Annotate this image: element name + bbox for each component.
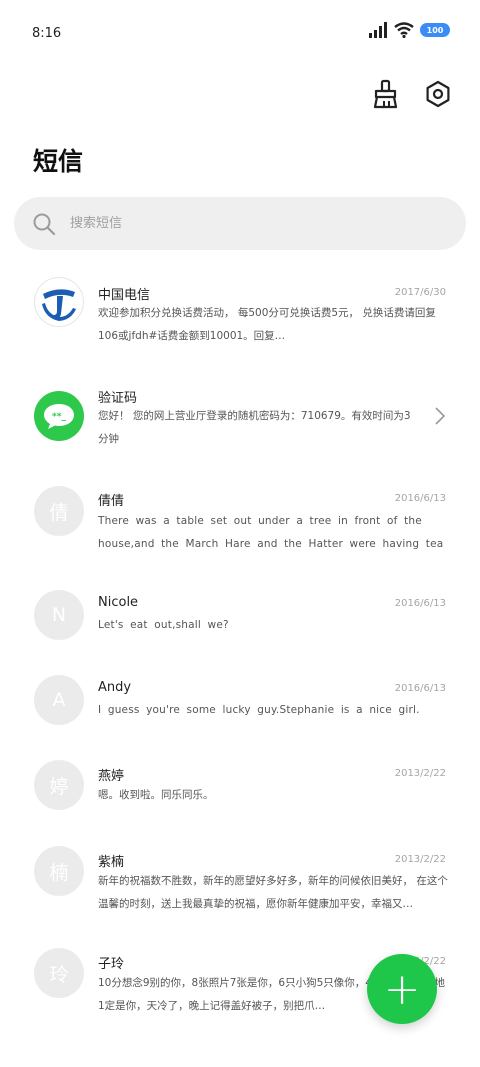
new-message-button[interactable]: +: [367, 954, 437, 1024]
search-icon: [33, 213, 56, 235]
list-item[interactable]: **_ 验证码 您好！ 您的网上营业厅登录的随机密码为：710679。有效时间为…: [0, 378, 480, 458]
message-date: 2017/6/30: [394, 287, 446, 298]
status-time: 8:16: [32, 26, 62, 41]
list-item[interactable]: 倩 倩倩 2016/6/13 There was a table set out…: [0, 482, 480, 562]
avatar: 楠: [34, 846, 84, 896]
message-preview: Let's eat out,shall we?: [98, 619, 229, 631]
wifi-icon: [394, 22, 414, 38]
list-item[interactable]: 婷 燕婷 2013/2/22 嗯。收到啦。同乐同乐。: [0, 758, 480, 818]
message-date: 2013/2/22: [394, 768, 446, 779]
contact-name: 子玲: [98, 957, 125, 972]
message-preview: 欢迎参加积分兑换话费活动， 每500分可兑换话费5元， 兑换话费请回复106或j…: [98, 307, 436, 342]
contact-name: 验证码: [98, 391, 138, 406]
contact-name: Nicole: [98, 595, 139, 610]
contact-name: 中国电信: [98, 288, 151, 303]
battery-icon: 100: [420, 23, 450, 37]
signal-icon: [369, 22, 387, 38]
hexagon-gear-icon: [426, 80, 450, 108]
message-date: 2016/6/13: [394, 598, 446, 609]
message-preview: There was a table set out under a tree i…: [98, 515, 444, 550]
broom-icon: [373, 79, 398, 109]
page-title: 短信: [33, 147, 84, 176]
list-item[interactable]: N Nicole 2016/6/13 Let's eat out,shall w…: [0, 588, 480, 648]
avatar: 玲: [34, 948, 84, 998]
plus-icon: +: [383, 963, 421, 1015]
list-item[interactable]: 楠 紫楠 2013/2/22 新年的祝福数不胜数，新年的愿望好多好多，新年的问候…: [0, 844, 480, 924]
clean-button[interactable]: [370, 78, 402, 110]
chevron-right-icon[interactable]: [434, 406, 446, 426]
message-preview: I guess you're some lucky guy.Stephanie …: [98, 704, 420, 716]
message-date: 2016/6/13: [394, 493, 446, 504]
avatar: A: [34, 675, 84, 725]
contact-name: 燕婷: [98, 769, 125, 784]
list-item[interactable]: A Andy 2016/6/13 I guess you're some luc…: [0, 673, 480, 733]
list-item[interactable]: 中国电信 2017/6/30 欢迎参加积分兑换话费活动， 每500分可兑换话费5…: [0, 274, 480, 354]
avatar: 倩: [34, 486, 84, 536]
message-preview: 嗯。收到啦。同乐同乐。: [98, 789, 214, 801]
search-input[interactable]: [68, 215, 412, 232]
message-preview: 您好！ 您的网上营业厅登录的随机密码为：710679。有效时间为3分钟: [98, 410, 411, 445]
toolbar: [370, 78, 454, 110]
message-date: 2013/2/22: [394, 854, 446, 865]
china-telecom-logo: [34, 277, 84, 327]
avatar: N: [34, 590, 84, 640]
status-bar: 8:16 100: [0, 0, 480, 66]
search-bar[interactable]: [14, 197, 466, 250]
contact-name: Andy: [98, 680, 132, 695]
svg-text:**_: **_: [52, 412, 66, 422]
settings-button[interactable]: [422, 78, 454, 110]
contact-name: 紫楠: [98, 855, 125, 870]
message-preview: 新年的祝福数不胜数，新年的愿望好多好多，新年的问候依旧美好， 在这个温馨的时刻，…: [98, 875, 448, 910]
status-icons: 100: [368, 22, 450, 38]
verification-code-icon: **_: [34, 391, 84, 441]
avatar: 婷: [34, 760, 84, 810]
contact-name: 倩倩: [98, 494, 125, 509]
message-date: 2016/6/13: [394, 683, 446, 694]
